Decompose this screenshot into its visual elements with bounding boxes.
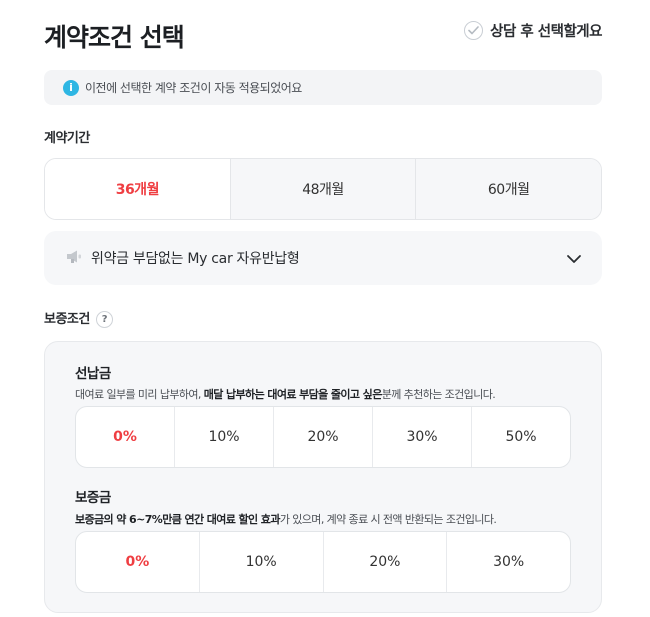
prepayment-description: 대여료 일부를 미리 납부하여, 매달 납부하는 대여료 부담을 줄이고 싶은분… [75,388,496,401]
prepayment-option-50[interactable]: 50% [471,407,570,467]
period-option-36[interactable]: 36개월 [45,159,230,219]
contract-period-label: 계약기간 [44,131,90,146]
deposit-option-30[interactable]: 30% [446,532,570,592]
help-icon[interactable]: ? [95,311,113,328]
prepayment-option-30[interactable]: 30% [372,407,471,467]
guarantee-panel: 선납금 대여료 일부를 미리 납부하여, 매달 납부하는 대여료 부담을 줄이고… [44,341,602,613]
deposit-option-10[interactable]: 10% [198,532,323,592]
chevron-down-icon[interactable] [566,249,582,268]
period-option-60[interactable]: 60개월 [415,159,601,219]
prepayment-option-10[interactable]: 10% [174,407,273,467]
guarantee-label-row: 보증조건? [44,308,113,328]
megaphone-icon [66,249,83,268]
free-return-text: 위약금 부담없는 My car 자유반납형 [91,251,300,267]
prepayment-selector: 0% 10% 20% 30% 50% [75,406,571,468]
page-title: 계약조건 선택 [44,23,185,52]
consult-later-checkbox[interactable]: 상담 후 선택할게요 [464,20,602,41]
consult-later-label: 상담 후 선택할게요 [490,24,602,40]
prepayment-option-20[interactable]: 20% [273,407,372,467]
deposit-option-20[interactable]: 20% [322,532,447,592]
deposit-title: 보증금 [75,490,111,506]
info-icon: i [63,79,79,96]
free-return-accordion[interactable]: 위약금 부담없는 My car 자유반납형 [44,231,602,285]
prepayment-title: 선납금 [75,366,111,382]
deposit-selector: 0% 10% 20% 30% [75,531,571,593]
deposit-option-0[interactable]: 0% [76,532,199,592]
auto-apply-notice: i 이전에 선택한 계약 조건이 자동 적용되었어요 [44,70,602,105]
check-circle-icon [464,21,484,40]
deposit-description: 보증금의 약 6~7%만큼 연간 대여료 할인 효과가 있으며, 계약 종료 시… [75,513,497,526]
prepayment-option-0[interactable]: 0% [76,407,174,467]
period-option-48[interactable]: 48개월 [229,159,416,219]
guarantee-label: 보증조건 [44,312,90,327]
notice-text: 이전에 선택한 계약 조건이 자동 적용되었어요 [85,81,302,95]
contract-period-selector: 36개월 48개월 60개월 [44,158,602,220]
